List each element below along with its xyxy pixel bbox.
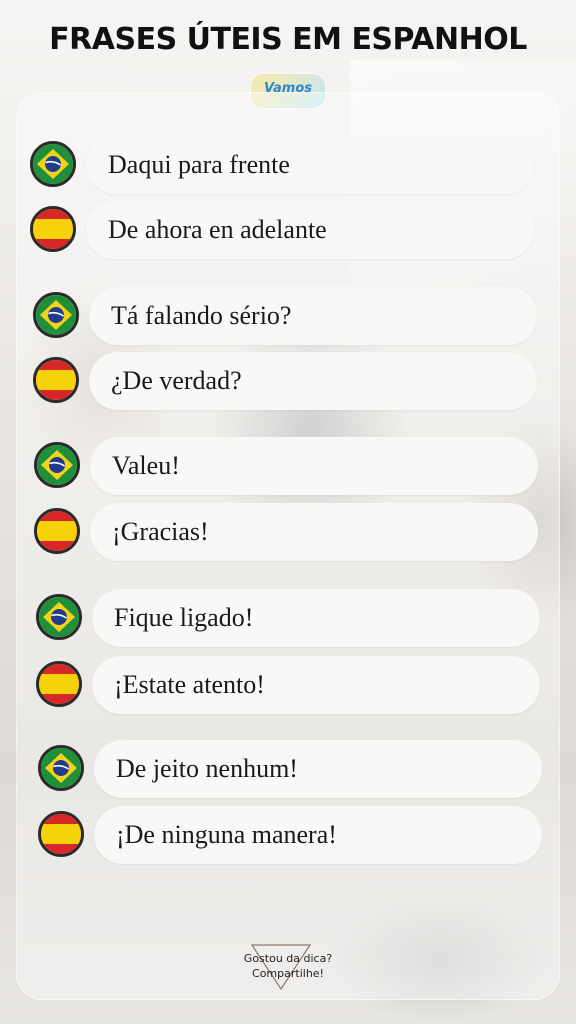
phrase-pt-3: Valeu! [90, 437, 538, 495]
brazil-flag-icon [34, 442, 80, 488]
phrase-es-4: ¡Estate atento! [92, 656, 540, 714]
phrase-pt-2: Tá falando sério? [89, 287, 537, 345]
phrase-pt-5: De jeito nenhum! [94, 740, 542, 798]
phrase-es-2: ¿De verdad? [89, 352, 537, 410]
spain-flag-icon [38, 811, 84, 857]
brazil-flag-icon [36, 594, 82, 640]
spain-flag-icon [33, 357, 79, 403]
spain-flag-icon [30, 206, 76, 252]
spain-flag-icon [34, 508, 80, 554]
footer-question: Gostou da dica? [243, 952, 333, 965]
phrase-es-1: De ahora en adelante [86, 201, 534, 259]
phrase-es-3: ¡Gracias! [90, 503, 538, 561]
brazil-flag-icon [30, 141, 76, 187]
page-title: FRASES ÚTEIS EM ESPANHOL [49, 22, 527, 57]
footer-share: Compartilhe! [252, 967, 324, 980]
brazil-flag-icon [33, 292, 79, 338]
brazil-flag-icon [38, 745, 84, 791]
phrase-pt-4: Fique ligado! [92, 589, 540, 647]
phrase-es-5: ¡De ninguna manera! [94, 806, 542, 864]
spain-flag-icon [36, 661, 82, 707]
phrase-pt-1: Daqui para frente [86, 136, 534, 194]
footer-cta: Gostou da dica? Compartilhe! [0, 951, 576, 981]
